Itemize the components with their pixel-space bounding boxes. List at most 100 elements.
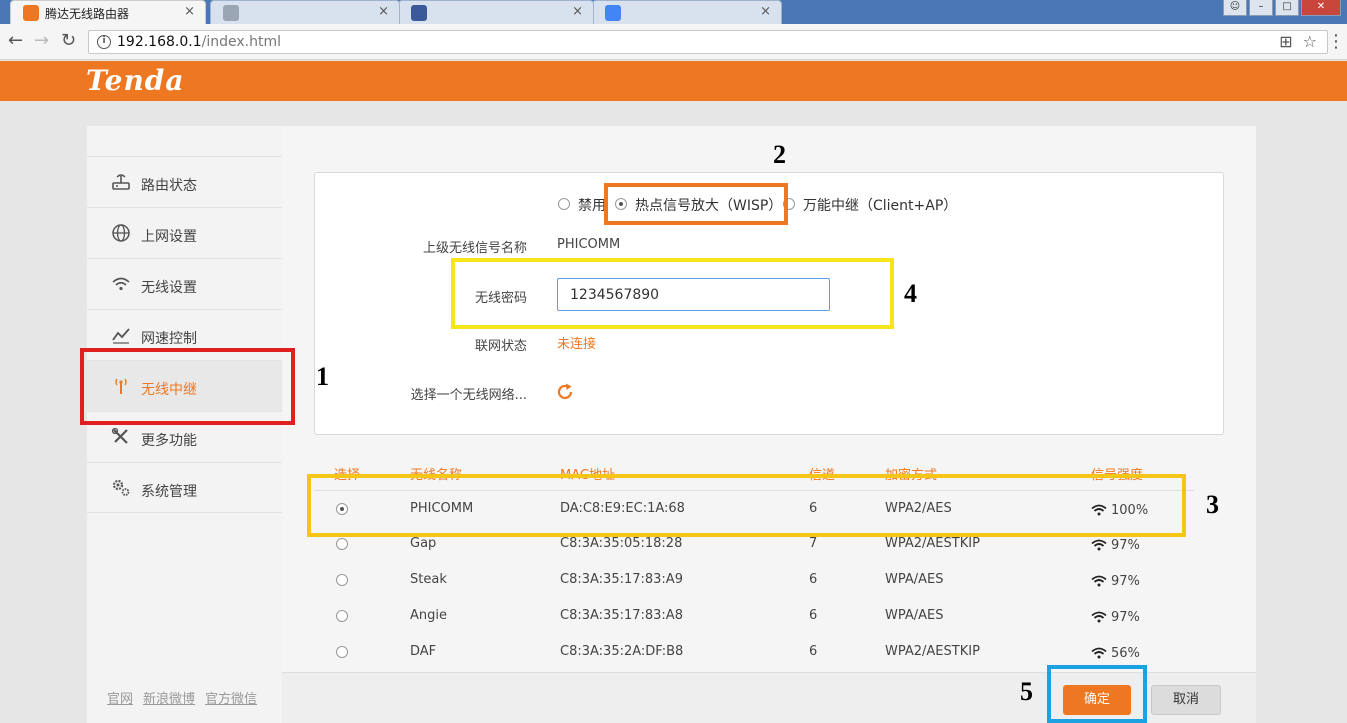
network-mac: C8:3A:35:2A:DF:B8 xyxy=(560,644,684,659)
browser-tab[interactable]: × xyxy=(398,0,594,24)
network-select-radio[interactable] xyxy=(336,574,348,586)
minimize-icon[interactable]: – xyxy=(1249,0,1273,16)
network-security: WPA2/AESTKIP xyxy=(885,644,980,659)
sidebar-item-label: 无线中继 xyxy=(141,382,197,398)
col-channel: 信道 xyxy=(809,468,836,483)
close-icon[interactable]: × xyxy=(378,4,389,19)
main-panel: 禁用 热点信号放大（WISP） 万能中继（Client+AP） 上级无线信号名称… xyxy=(282,126,1256,723)
browser-toolbar: ← → ↻ i 192.168.0.1/index.html ⊞ ☆ ⋮ xyxy=(0,24,1347,60)
network-channel: 6 xyxy=(809,644,818,659)
table-row[interactable]: DAF C8:3A:35:2A:DF:B8 6 WPA2/AESTKIP 56% xyxy=(314,634,1194,670)
sidebar-footer-links: 官网 新浪微博 官方微信 xyxy=(107,688,267,707)
password-label: 无线密码 xyxy=(474,291,527,306)
mode-disable-radio[interactable] xyxy=(558,198,570,210)
col-signal: 信号强度 xyxy=(1091,468,1144,483)
browser-tab-active[interactable]: 腾达无线路由器 × xyxy=(10,0,206,24)
col-security: 加密方式 xyxy=(885,468,938,483)
user-icon[interactable]: ☺ xyxy=(1223,0,1247,16)
close-icon[interactable]: × xyxy=(760,4,771,19)
network-security: WPA/AES xyxy=(885,608,944,623)
ok-button[interactable]: 确定 xyxy=(1063,685,1131,715)
network-select-radio[interactable] xyxy=(336,503,348,515)
network-select-radio[interactable] xyxy=(336,538,348,550)
browser-tab-bar: × × × 腾达无线路由器 × ☺ – □ ✕ xyxy=(0,0,1347,24)
sidebar-item-system-management[interactable]: 系统管理 xyxy=(87,462,282,513)
mode-client-ap-radio[interactable] xyxy=(783,198,795,210)
close-window-icon[interactable]: ✕ xyxy=(1301,0,1341,16)
mode-wisp-label: 热点信号放大（WISP） xyxy=(635,198,783,214)
cancel-button[interactable]: 取消 xyxy=(1151,685,1221,715)
forward-icon[interactable]: → xyxy=(34,31,49,51)
sidebar-item-router-status[interactable]: 路由状态 xyxy=(87,156,282,207)
wechat-link[interactable]: 官方微信 xyxy=(205,692,257,707)
official-site-link[interactable]: 官网 xyxy=(107,692,133,707)
upstream-ssid-value: PHICOMM xyxy=(557,237,621,252)
col-ssid: 无线名称 xyxy=(410,468,463,483)
maximize-icon[interactable]: □ xyxy=(1275,0,1299,16)
bookmark-star-icon[interactable]: ☆ xyxy=(1303,32,1317,51)
close-icon[interactable]: × xyxy=(184,4,195,19)
sidebar-item-label: 网速控制 xyxy=(141,331,197,347)
mode-wisp-radio[interactable] xyxy=(615,198,627,210)
annotation-number-4: 4 xyxy=(904,279,917,308)
network-channel: 6 xyxy=(809,608,818,623)
network-channel: 6 xyxy=(809,572,818,587)
table-row[interactable]: PHICOMM DA:C8:E9:EC:1A:68 6 WPA2/AES 100% xyxy=(314,490,1194,526)
window-controls: ☺ – □ ✕ xyxy=(1223,0,1341,16)
upstream-ssid-label: 上级无线信号名称 xyxy=(422,241,527,256)
network-signal: 97% xyxy=(1091,610,1140,627)
table-row[interactable]: Gap C8:3A:35:05:18:28 7 WPA2/AESTKIP 97% xyxy=(314,526,1194,562)
annotation-number-3: 3 xyxy=(1206,490,1219,519)
sidebar-item-label: 系统管理 xyxy=(141,484,197,500)
password-field[interactable] xyxy=(557,278,830,311)
weibo-link[interactable]: 新浪微博 xyxy=(143,692,195,707)
network-ssid: Gap xyxy=(410,536,437,551)
site-icon xyxy=(411,5,427,21)
sidebar-item-label: 更多功能 xyxy=(141,433,197,449)
refresh-icon[interactable] xyxy=(555,382,575,402)
network-select-radio[interactable] xyxy=(336,646,348,658)
info-icon[interactable]: i xyxy=(97,35,111,49)
signal-tower-icon xyxy=(111,376,131,396)
tenda-header: Tenda xyxy=(0,61,1347,101)
wifi-icon xyxy=(111,274,131,294)
back-icon[interactable]: ← xyxy=(8,31,23,51)
address-url[interactable]: 192.168.0.1/index.html xyxy=(117,34,281,50)
sidebar-item-wireless-settings[interactable]: 无线设置 xyxy=(87,258,282,309)
close-icon[interactable]: × xyxy=(572,4,583,19)
repeater-config-box: 禁用 热点信号放大（WISP） 万能中继（Client+AP） 上级无线信号名称… xyxy=(314,172,1224,435)
annotation-number-2: 2 xyxy=(773,140,786,169)
network-ssid: Steak xyxy=(410,572,447,587)
annotation-number-1: 1 xyxy=(316,362,329,391)
tenda-favicon-icon xyxy=(23,5,39,21)
translate-icon[interactable]: ⊞ xyxy=(1279,32,1292,51)
wifi-signal-icon xyxy=(1091,647,1107,663)
gears-icon xyxy=(111,478,131,498)
table-row[interactable]: Steak C8:3A:35:17:83:A9 6 WPA/AES 97% xyxy=(314,562,1194,598)
menu-kebab-icon[interactable]: ⋮ xyxy=(1327,31,1345,52)
action-bar: 确定 取消 xyxy=(282,672,1256,723)
sidebar-item-internet-settings[interactable]: 上网设置 xyxy=(87,207,282,258)
sidebar-item-label: 路由状态 xyxy=(141,178,197,194)
choose-network-label: 选择一个无线网络... xyxy=(410,388,527,403)
network-mac: C8:3A:35:17:83:A8 xyxy=(560,608,683,623)
network-signal: 100% xyxy=(1091,503,1148,520)
router-icon xyxy=(111,172,131,192)
network-signal: 97% xyxy=(1091,538,1140,555)
reload-icon[interactable]: ↻ xyxy=(61,31,76,51)
network-signal-value: 100% xyxy=(1111,503,1149,518)
page-icon xyxy=(223,5,239,21)
sidebar-item-speed-control[interactable]: 网速控制 xyxy=(87,309,282,360)
table-row[interactable]: Angie C8:3A:35:17:83:A8 6 WPA/AES 97% xyxy=(314,598,1194,634)
browser-tab[interactable]: × xyxy=(592,0,782,24)
network-ssid: PHICOMM xyxy=(410,501,474,516)
browser-tab[interactable]: × xyxy=(210,0,400,24)
globe-icon xyxy=(111,223,131,243)
sidebar-item-wireless-repeater[interactable]: 无线中继 xyxy=(87,360,282,411)
network-select-radio[interactable] xyxy=(336,610,348,622)
network-channel: 7 xyxy=(809,536,818,551)
tenda-logo: Tenda xyxy=(86,64,185,97)
address-bar[interactable]: i 192.168.0.1/index.html ⊞ ☆ xyxy=(88,30,1328,54)
network-signal-value: 97% xyxy=(1111,610,1140,625)
sidebar-item-more-features[interactable]: 更多功能 xyxy=(87,411,282,462)
